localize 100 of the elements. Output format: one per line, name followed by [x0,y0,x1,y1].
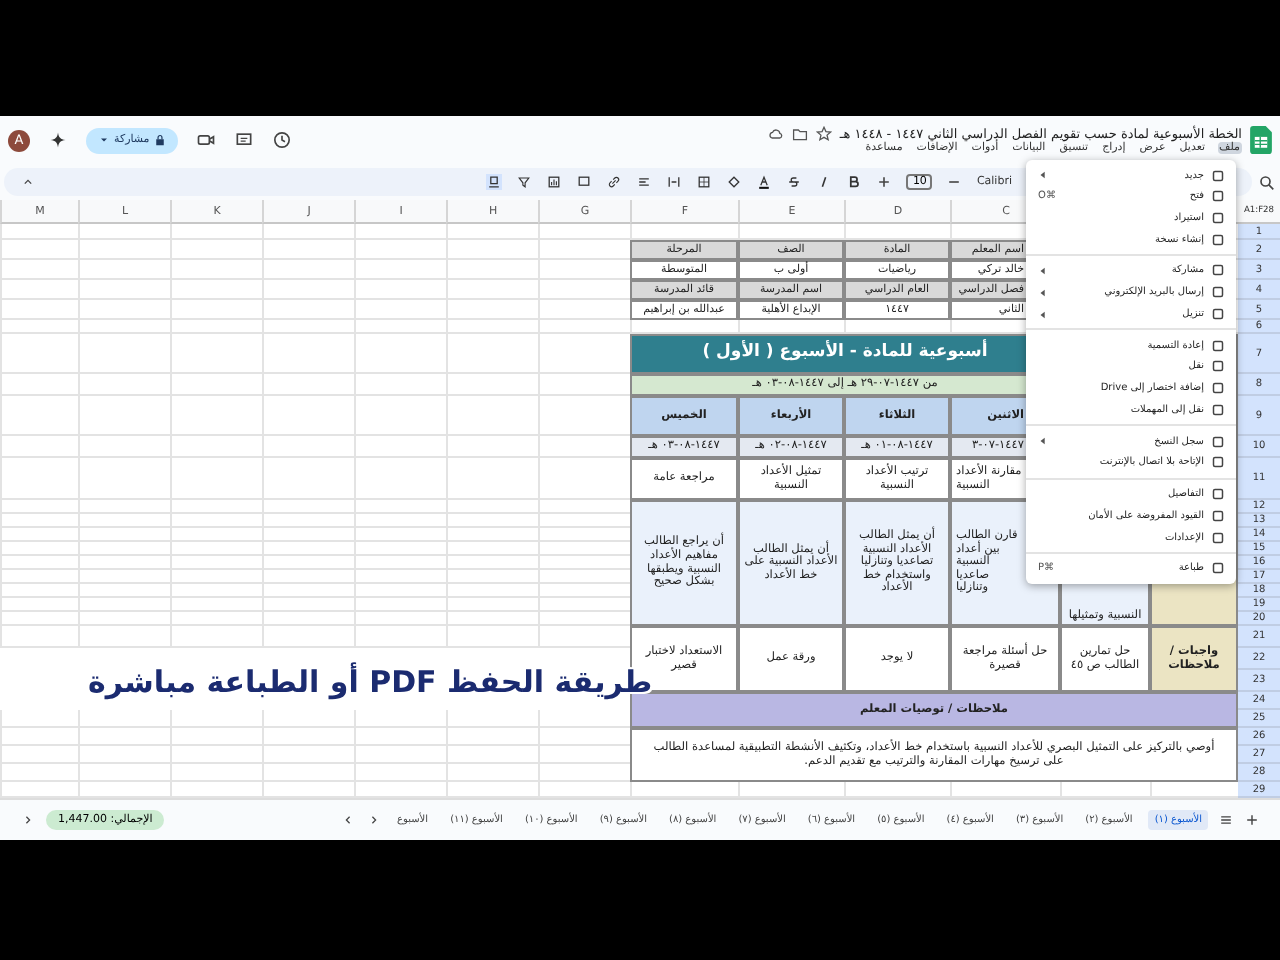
bold-icon[interactable] [846,174,863,190]
empty-cell[interactable] [354,334,446,374]
empty-cell[interactable] [78,710,170,728]
empty-cell[interactable] [170,224,262,240]
empty-cell[interactable] [0,528,78,542]
empty-cell[interactable] [78,300,170,320]
empty-cell[interactable] [354,260,446,280]
empty-cell[interactable] [0,224,78,240]
empty-cell[interactable] [0,728,78,746]
align-icon[interactable] [636,174,653,190]
empty-cell[interactable] [0,300,78,320]
comment-icon[interactable] [576,174,593,190]
empty-cell[interactable] [262,584,354,598]
empty-cell[interactable] [78,728,170,746]
empty-cell[interactable] [446,584,538,598]
empty-cell[interactable] [170,764,262,782]
collapse-icon[interactable] [20,174,36,190]
empty-cell[interactable] [446,612,538,626]
strikethrough-icon[interactable] [786,174,803,190]
chevron-right-icon[interactable] [20,812,36,828]
empty-cell[interactable] [78,224,170,240]
empty-cell[interactable] [170,280,262,300]
empty-cell[interactable] [170,710,262,728]
empty-cell[interactable] [170,556,262,570]
empty-cell[interactable] [0,764,78,782]
empty-cell[interactable] [0,260,78,280]
empty-cell[interactable] [354,224,446,240]
empty-cell[interactable] [446,300,538,320]
folder-icon[interactable] [791,126,808,142]
add-sheet-icon[interactable] [1244,812,1260,828]
empty-cell[interactable] [170,396,262,436]
empty-cell[interactable] [446,746,538,764]
empty-cell[interactable] [262,556,354,570]
empty-cell[interactable] [446,280,538,300]
empty-cell[interactable] [0,542,78,556]
borders-icon[interactable] [696,174,713,190]
empty-cell[interactable] [446,728,538,746]
empty-cell[interactable] [262,458,354,500]
empty-cell[interactable] [170,598,262,612]
empty-cell[interactable] [446,240,538,260]
empty-cell[interactable] [354,584,446,598]
empty-cell[interactable] [0,746,78,764]
empty-cell[interactable] [78,612,170,626]
text-color-icon[interactable] [756,174,773,190]
empty-cell[interactable] [170,500,262,514]
empty-cell[interactable] [0,570,78,584]
empty-cell[interactable] [354,240,446,260]
empty-cell[interactable] [170,626,262,648]
empty-cell[interactable] [446,260,538,280]
empty-cell[interactable] [354,300,446,320]
empty-cell[interactable] [354,612,446,626]
empty-cell[interactable] [262,320,354,334]
empty-cell[interactable] [354,728,446,746]
empty-cell[interactable] [446,320,538,334]
empty-cell[interactable] [446,764,538,782]
empty-cell[interactable] [78,542,170,556]
text-direction-icon[interactable] [486,174,503,190]
empty-cell[interactable] [446,500,538,514]
empty-cell[interactable] [262,240,354,260]
empty-cell[interactable] [0,436,78,458]
empty-cell[interactable] [262,626,354,648]
empty-cell[interactable] [354,396,446,436]
empty-cell[interactable] [262,612,354,626]
empty-cell[interactable] [262,224,354,240]
empty-cell[interactable] [262,598,354,612]
empty-cell[interactable] [446,396,538,436]
empty-cell[interactable] [446,436,538,458]
empty-cell[interactable] [446,598,538,612]
sparkle-icon[interactable] [48,130,68,150]
sheets-logo-icon[interactable] [1250,126,1272,154]
empty-cell[interactable] [354,280,446,300]
empty-cell[interactable] [0,556,78,570]
empty-cell[interactable] [0,612,78,626]
empty-cell[interactable] [446,710,538,728]
empty-cell[interactable] [78,500,170,514]
empty-cell[interactable] [170,240,262,260]
empty-cell[interactable] [170,436,262,458]
empty-cell[interactable] [354,570,446,584]
empty-cell[interactable] [446,374,538,396]
empty-cell[interactable] [262,728,354,746]
empty-cell[interactable] [78,528,170,542]
empty-cell[interactable] [446,556,538,570]
empty-cell[interactable] [78,436,170,458]
empty-cell[interactable] [170,584,262,598]
link-icon[interactable] [606,174,623,190]
empty-cell[interactable] [170,320,262,334]
search-icon[interactable] [1258,173,1276,191]
merge-icon[interactable] [666,174,683,190]
empty-cell[interactable] [78,570,170,584]
empty-cell[interactable] [0,500,78,514]
empty-cell[interactable] [262,514,354,528]
cloud-icon[interactable] [767,126,784,142]
empty-cell[interactable] [354,436,446,458]
empty-cell[interactable] [170,728,262,746]
empty-cell[interactable] [262,764,354,782]
empty-cell[interactable] [354,528,446,542]
empty-cell[interactable] [446,626,538,648]
empty-cell[interactable] [0,320,78,334]
empty-cell[interactable] [170,374,262,396]
empty-cell[interactable] [354,542,446,556]
